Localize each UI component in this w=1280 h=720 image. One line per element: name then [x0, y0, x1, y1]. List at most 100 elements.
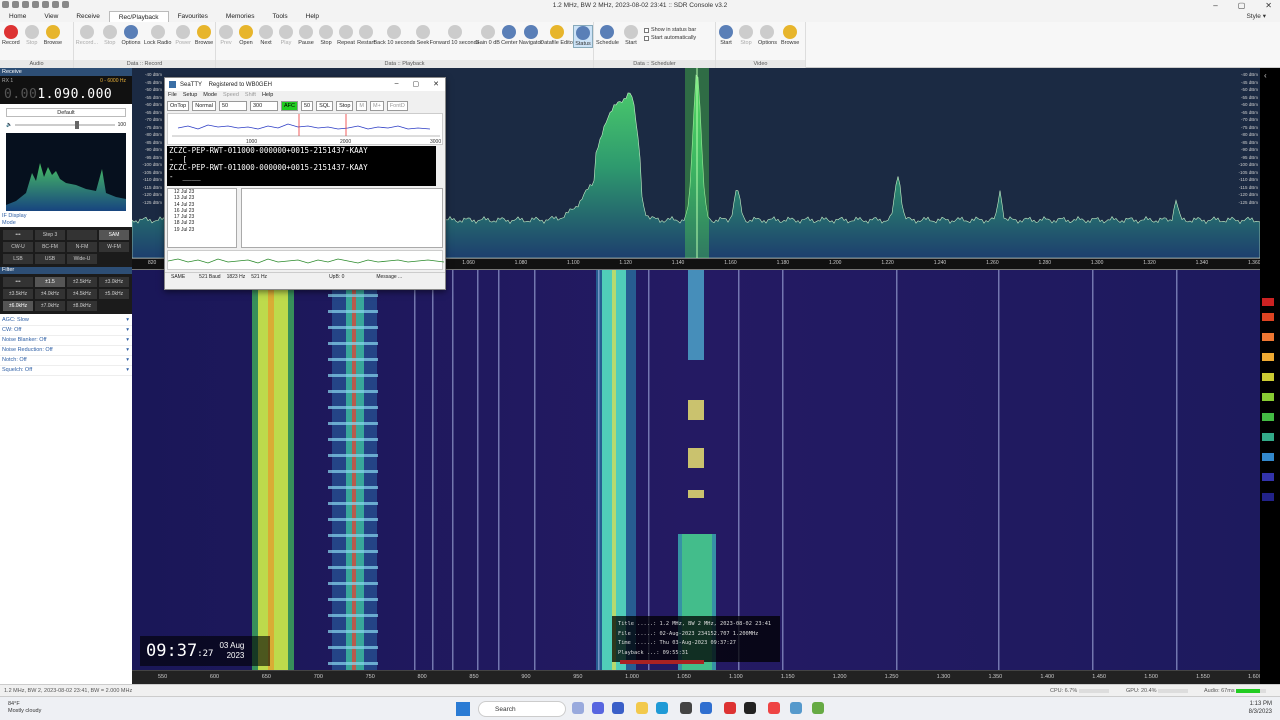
preset-dropdown[interactable]: Default	[6, 108, 126, 117]
filter-1-5[interactable]: ±1.5	[35, 277, 65, 287]
seatty-menu-file[interactable]: File	[168, 91, 177, 100]
file-explorer-icon[interactable]	[636, 702, 648, 714]
seatty-menu-mode[interactable]: Mode	[203, 91, 217, 100]
chat-icon[interactable]	[612, 702, 624, 714]
power-button[interactable]: Power	[173, 25, 193, 46]
menu-favourites[interactable]: Favourites	[169, 11, 217, 22]
audio-stop-button[interactable]: Stop	[22, 25, 42, 46]
normal-toggle[interactable]: Normal	[192, 101, 216, 111]
mode-blank[interactable]	[67, 230, 97, 240]
minimize-button[interactable]: –	[1213, 0, 1217, 11]
speed-field[interactable]: 50	[218, 101, 247, 111]
camera-icon[interactable]	[52, 1, 59, 8]
video-browse-button[interactable]: Browse	[779, 25, 801, 46]
taskbar-search-input[interactable]: Search	[478, 701, 566, 717]
seatty-audio-spectrum[interactable]: 1000 2000 3000	[167, 113, 443, 145]
start-automatically-checkbox[interactable]: Start automatically	[643, 35, 696, 41]
mode-n-fm[interactable]: N-FM	[67, 242, 97, 252]
option-cw[interactable]: CW: Off ▾	[0, 326, 132, 336]
message-date-tree[interactable]: 12 Jul 23 13 Jul 23 14 Jul 23 16 Jul 23 …	[167, 188, 237, 248]
status-button[interactable]: Status	[573, 25, 593, 48]
m-button[interactable]: M	[356, 101, 368, 111]
filter-8-0[interactable]: ±8.0kHz	[67, 301, 97, 311]
filter-3-5[interactable]: ±3.5kHz	[3, 289, 33, 299]
audio-browse-button[interactable]: Browse	[42, 25, 64, 46]
data-browse-button[interactable]: Browse	[193, 25, 215, 46]
mode-more[interactable]: •••	[3, 230, 33, 240]
option-agc[interactable]: AGC: Slow ▾	[0, 316, 132, 326]
play-button[interactable]: Play	[276, 25, 296, 48]
menu-view[interactable]: View	[35, 11, 67, 22]
seatty-menu-setup[interactable]: Setup	[183, 91, 197, 100]
navigator-button[interactable]: Navigator	[519, 25, 542, 48]
mail-icon[interactable]	[700, 702, 712, 714]
repeat-button[interactable]: Repeat	[336, 25, 356, 48]
sql-toggle[interactable]: SQL	[316, 101, 334, 111]
seatty-menu-help[interactable]: Help	[262, 91, 273, 100]
video-start-button[interactable]: Start	[716, 25, 736, 46]
if-display-label[interactable]: IF Display	[0, 213, 132, 220]
mode-bc-fm[interactable]: BC-FM	[35, 242, 65, 252]
frequency-axis-bottom[interactable]: 550 600 650 700 750 800 850 900 950 1.000 1.050 1.1…	[132, 670, 1260, 684]
afc-toggle[interactable]: AFC	[280, 101, 298, 111]
mode-wide-u[interactable]: Wide-U	[67, 254, 97, 264]
menu-memories[interactable]: Memories	[217, 11, 264, 22]
volume-slider[interactable]: 🔈 100	[6, 121, 126, 129]
mode-sam[interactable]: SAM	[99, 230, 129, 240]
close-button[interactable]: ✕	[1265, 0, 1272, 11]
waterfall-color-bar[interactable]: ‹	[1260, 68, 1280, 684]
save-quick-icon[interactable]	[42, 1, 49, 8]
filter-7-0[interactable]: ±7.0kHz	[35, 301, 65, 311]
menu-tools[interactable]: Tools	[263, 11, 296, 22]
center-button[interactable]: Center	[499, 25, 519, 48]
message-content-pane[interactable]	[241, 188, 443, 248]
seatty-close-button[interactable]: ✕	[433, 80, 439, 88]
stop-button[interactable]: Stop	[336, 101, 354, 111]
app-icon[interactable]	[2, 1, 9, 8]
next-button[interactable]: Next	[256, 25, 276, 48]
seatty-tuning-scope[interactable]	[167, 250, 445, 270]
filter-2-5[interactable]: ±2.5kHz	[67, 277, 97, 287]
app-blue-icon[interactable]	[790, 702, 802, 714]
font-button[interactable]: FontD	[386, 101, 408, 111]
maximize-button[interactable]: ▢	[1238, 0, 1246, 11]
forward-10-button[interactable]: Forward 10 seconds	[430, 25, 479, 48]
option-noise-reduction[interactable]: Noise Reduction: Off ▾	[0, 346, 132, 356]
menu-help[interactable]: Help	[297, 11, 328, 22]
shift-field[interactable]: 300	[249, 101, 278, 111]
video-stop-button[interactable]: Stop	[736, 25, 756, 46]
playback-stop-button[interactable]: Stop	[316, 25, 336, 48]
chrome-icon[interactable]	[768, 702, 780, 714]
menu-rec-playback[interactable]: Rec/Playback	[108, 11, 169, 22]
mode-usb[interactable]: USB	[35, 254, 65, 264]
filter-4-5[interactable]: ±4.5kHz	[67, 289, 97, 299]
scheduler-start-button[interactable]: Start	[621, 25, 641, 46]
prev-button[interactable]: Prev	[216, 25, 236, 48]
mode-step[interactable]: Step 3	[35, 230, 65, 240]
data-record-button[interactable]: Record...	[74, 25, 100, 46]
open-button[interactable]: Open	[236, 25, 256, 48]
weather-widget[interactable]: 84°F Mostly cloudy	[8, 701, 41, 715]
seatty-maximize-button[interactable]: ▢	[413, 80, 420, 88]
option-noise-blanker[interactable]: Noise Blanker: Off ▾	[0, 336, 132, 346]
waterfall-display[interactable]	[132, 270, 1260, 670]
menu-home[interactable]: Home	[0, 11, 35, 22]
grid-icon[interactable]	[62, 1, 69, 8]
filter-6-0[interactable]: ±6.0kHz	[3, 301, 33, 311]
gain-button[interactable]: Gain 0 dB	[475, 25, 500, 48]
filter-4-0[interactable]: ±4.0kHz	[35, 289, 65, 299]
playback-progress-bar[interactable]	[620, 659, 704, 664]
option-notch[interactable]: Notch: Off ▾	[0, 356, 132, 366]
mode-lsb[interactable]: LSB	[3, 254, 33, 264]
filter-5-0[interactable]: ±5.0kHz	[99, 289, 129, 299]
back-10-button[interactable]: Back 10 seconds	[374, 25, 415, 48]
video-options-button[interactable]: Options	[756, 25, 779, 46]
stop-quick-icon[interactable]	[32, 1, 39, 8]
seatty-menu-speed[interactable]: Speed	[223, 91, 239, 100]
frequency-display[interactable]: RX 1 0 - 6000 Hz 0.001.090.000	[0, 76, 132, 104]
decoded-text-area[interactable]: ZCZC-PEP-RWT-011000-000000+0015-2151437-…	[167, 146, 436, 186]
task-view-icon[interactable]	[572, 702, 584, 714]
volume-track[interactable]	[15, 121, 115, 129]
system-tray[interactable]: 1:13 PM 8/3/2023	[1249, 700, 1272, 716]
squelch-level-field[interactable]: 50	[300, 101, 314, 111]
